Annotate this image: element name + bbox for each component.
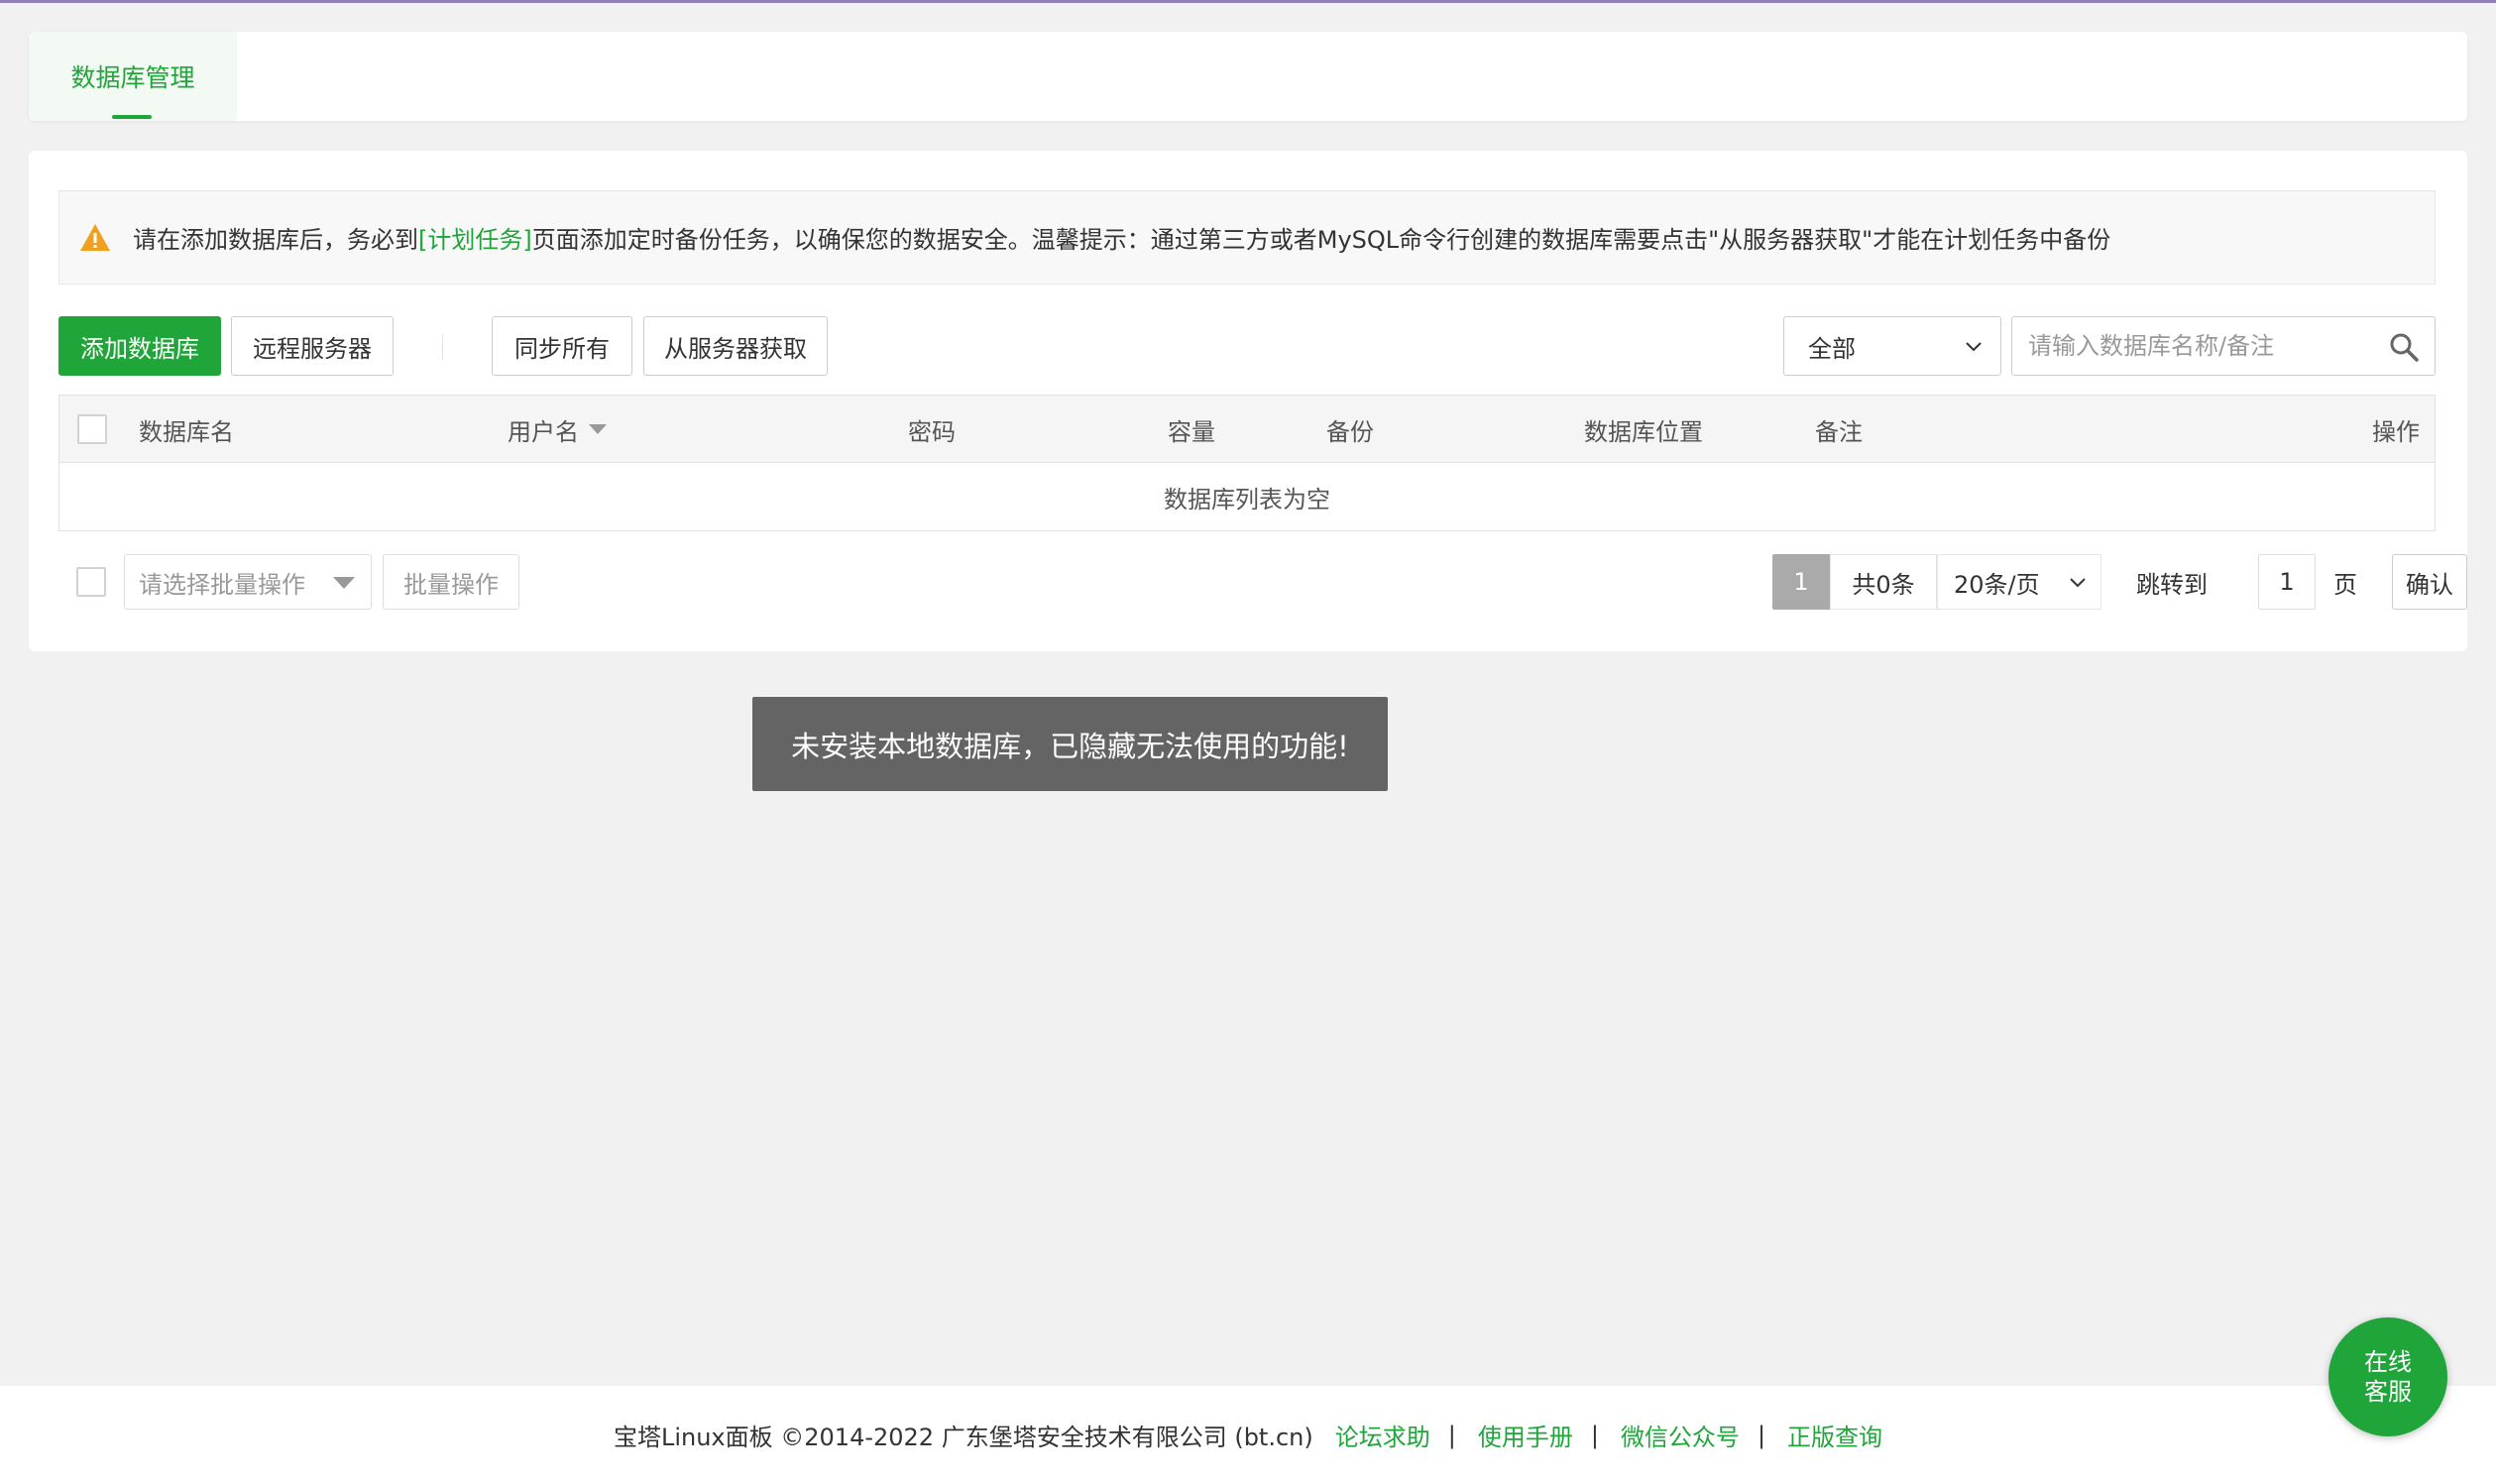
col-actions: 操作 bbox=[2372, 417, 2420, 446]
caret-down-icon bbox=[333, 577, 355, 589]
jump-confirm-button[interactable]: 确认 bbox=[2392, 554, 2467, 610]
chevron-down-icon bbox=[2070, 578, 2086, 588]
jump-to-label: 跳转到 bbox=[2136, 570, 2208, 599]
sync-all-button[interactable]: 同步所有 bbox=[492, 316, 632, 376]
toast-text: 未安装本地数据库，已隐藏无法使用的功能! bbox=[791, 729, 1349, 763]
page-unit-label: 页 bbox=[2333, 570, 2357, 599]
col-password: 密码 bbox=[908, 417, 956, 446]
toolbar-divider bbox=[442, 334, 443, 360]
footer-link-wechat[interactable]: 微信公众号 bbox=[1621, 1418, 1740, 1452]
database-table: 数据库名 用户名 密码 容量 备份 数据库位置 备注 操作 数据库列表为空 bbox=[58, 395, 2436, 531]
tab-label: 数据库管理 bbox=[70, 63, 195, 92]
notice-text-after: 页面添加定时备份任务，以确保您的数据安全。温馨提示：通过第三方或者MySQL命令… bbox=[531, 226, 2111, 254]
page-current[interactable]: 1 bbox=[1772, 554, 1830, 610]
backup-notice: 请在添加数据库后，务必到 [计划任务] 页面添加定时备份任务，以确保您的数据安全。温… bbox=[58, 190, 2436, 285]
chevron-down-icon bbox=[1966, 342, 1982, 352]
footer-link-forum[interactable]: 论坛求助 bbox=[1335, 1418, 1430, 1452]
filter-select[interactable]: 全部 bbox=[1783, 316, 2001, 376]
tab-database-management[interactable]: 数据库管理 bbox=[29, 32, 237, 121]
support-label-line1: 在线 bbox=[2364, 1348, 2412, 1376]
footer-separator: | bbox=[1757, 1421, 1766, 1449]
cron-task-link[interactable]: [计划任务] bbox=[418, 220, 532, 255]
col-backup: 备份 bbox=[1326, 417, 1374, 446]
search-box bbox=[2011, 316, 2436, 376]
search-icon[interactable] bbox=[2389, 332, 2419, 362]
footer-copyright: 宝塔Linux面板 ©2014-2022 广东堡塔安全技术有限公司 (bt.cn… bbox=[613, 1424, 1313, 1451]
col-remark: 备注 bbox=[1815, 417, 1863, 446]
col-db-location: 数据库位置 bbox=[1584, 417, 1703, 446]
search-input[interactable] bbox=[2012, 317, 2369, 375]
fetch-from-server-button[interactable]: 从服务器获取 bbox=[643, 316, 828, 376]
col-db-name: 数据库名 bbox=[139, 417, 234, 446]
toast-message: 未安装本地数据库，已隐藏无法使用的功能! bbox=[752, 697, 1388, 791]
empty-state-row: 数据库列表为空 bbox=[59, 463, 2435, 530]
table-footer: 请选择批量操作 批量操作 1 共0条 20条/页 跳转到 1 页 确认 bbox=[58, 551, 2467, 613]
empty-state-text: 数据库列表为空 bbox=[1164, 485, 1330, 514]
batch-select-checkbox[interactable] bbox=[76, 567, 106, 597]
footer-separator: | bbox=[1590, 1421, 1599, 1449]
toolbar: 添加数据库 远程服务器 同步所有 从服务器获取 全部 bbox=[58, 316, 2436, 378]
col-username[interactable]: 用户名 bbox=[508, 396, 607, 463]
batch-operation-select[interactable]: 请选择批量操作 bbox=[124, 554, 372, 610]
remote-server-button[interactable]: 远程服务器 bbox=[231, 316, 394, 376]
select-all-cell bbox=[77, 396, 107, 463]
main-panel: 请在添加数据库后，务必到 [计划任务] 页面添加定时备份任务，以确保您的数据安全。温… bbox=[29, 151, 2467, 651]
top-accent-line bbox=[0, 0, 2496, 3]
table-header: 数据库名 用户名 密码 容量 备份 数据库位置 备注 操作 bbox=[59, 396, 2435, 463]
add-database-button[interactable]: 添加数据库 bbox=[58, 316, 221, 376]
batch-operation-button[interactable]: 批量操作 bbox=[383, 554, 519, 610]
col-username-label: 用户名 bbox=[508, 417, 579, 446]
footer-link-manual[interactable]: 使用手册 bbox=[1478, 1418, 1573, 1452]
page-footer: 宝塔Linux面板 ©2014-2022 广东堡塔安全技术有限公司 (bt.cn… bbox=[0, 1386, 2496, 1484]
sort-down-icon bbox=[589, 424, 607, 434]
jump-page-input[interactable]: 1 bbox=[2258, 554, 2316, 610]
select-all-checkbox[interactable] bbox=[77, 414, 107, 444]
tab-active-indicator bbox=[112, 115, 152, 119]
batch-placeholder: 请选择批量操作 bbox=[139, 570, 305, 599]
online-support-button[interactable]: 在线 客服 bbox=[2328, 1317, 2447, 1436]
page-size-value: 20条/页 bbox=[1954, 570, 2040, 599]
support-label-line2: 客服 bbox=[2364, 1378, 2412, 1406]
footer-link-license[interactable]: 正版查询 bbox=[1787, 1418, 1882, 1452]
col-capacity: 容量 bbox=[1168, 417, 1215, 446]
notice-text-before: 请在添加数据库后，务必到 bbox=[133, 226, 418, 254]
tab-bar: 数据库管理 bbox=[29, 32, 2467, 121]
footer-separator: | bbox=[1447, 1421, 1456, 1449]
page-total-count: 共0条 bbox=[1830, 554, 1937, 610]
page-size-select[interactable]: 20条/页 bbox=[1937, 554, 2101, 610]
filter-selected-value: 全部 bbox=[1808, 334, 1856, 363]
warning-icon bbox=[80, 223, 110, 251]
